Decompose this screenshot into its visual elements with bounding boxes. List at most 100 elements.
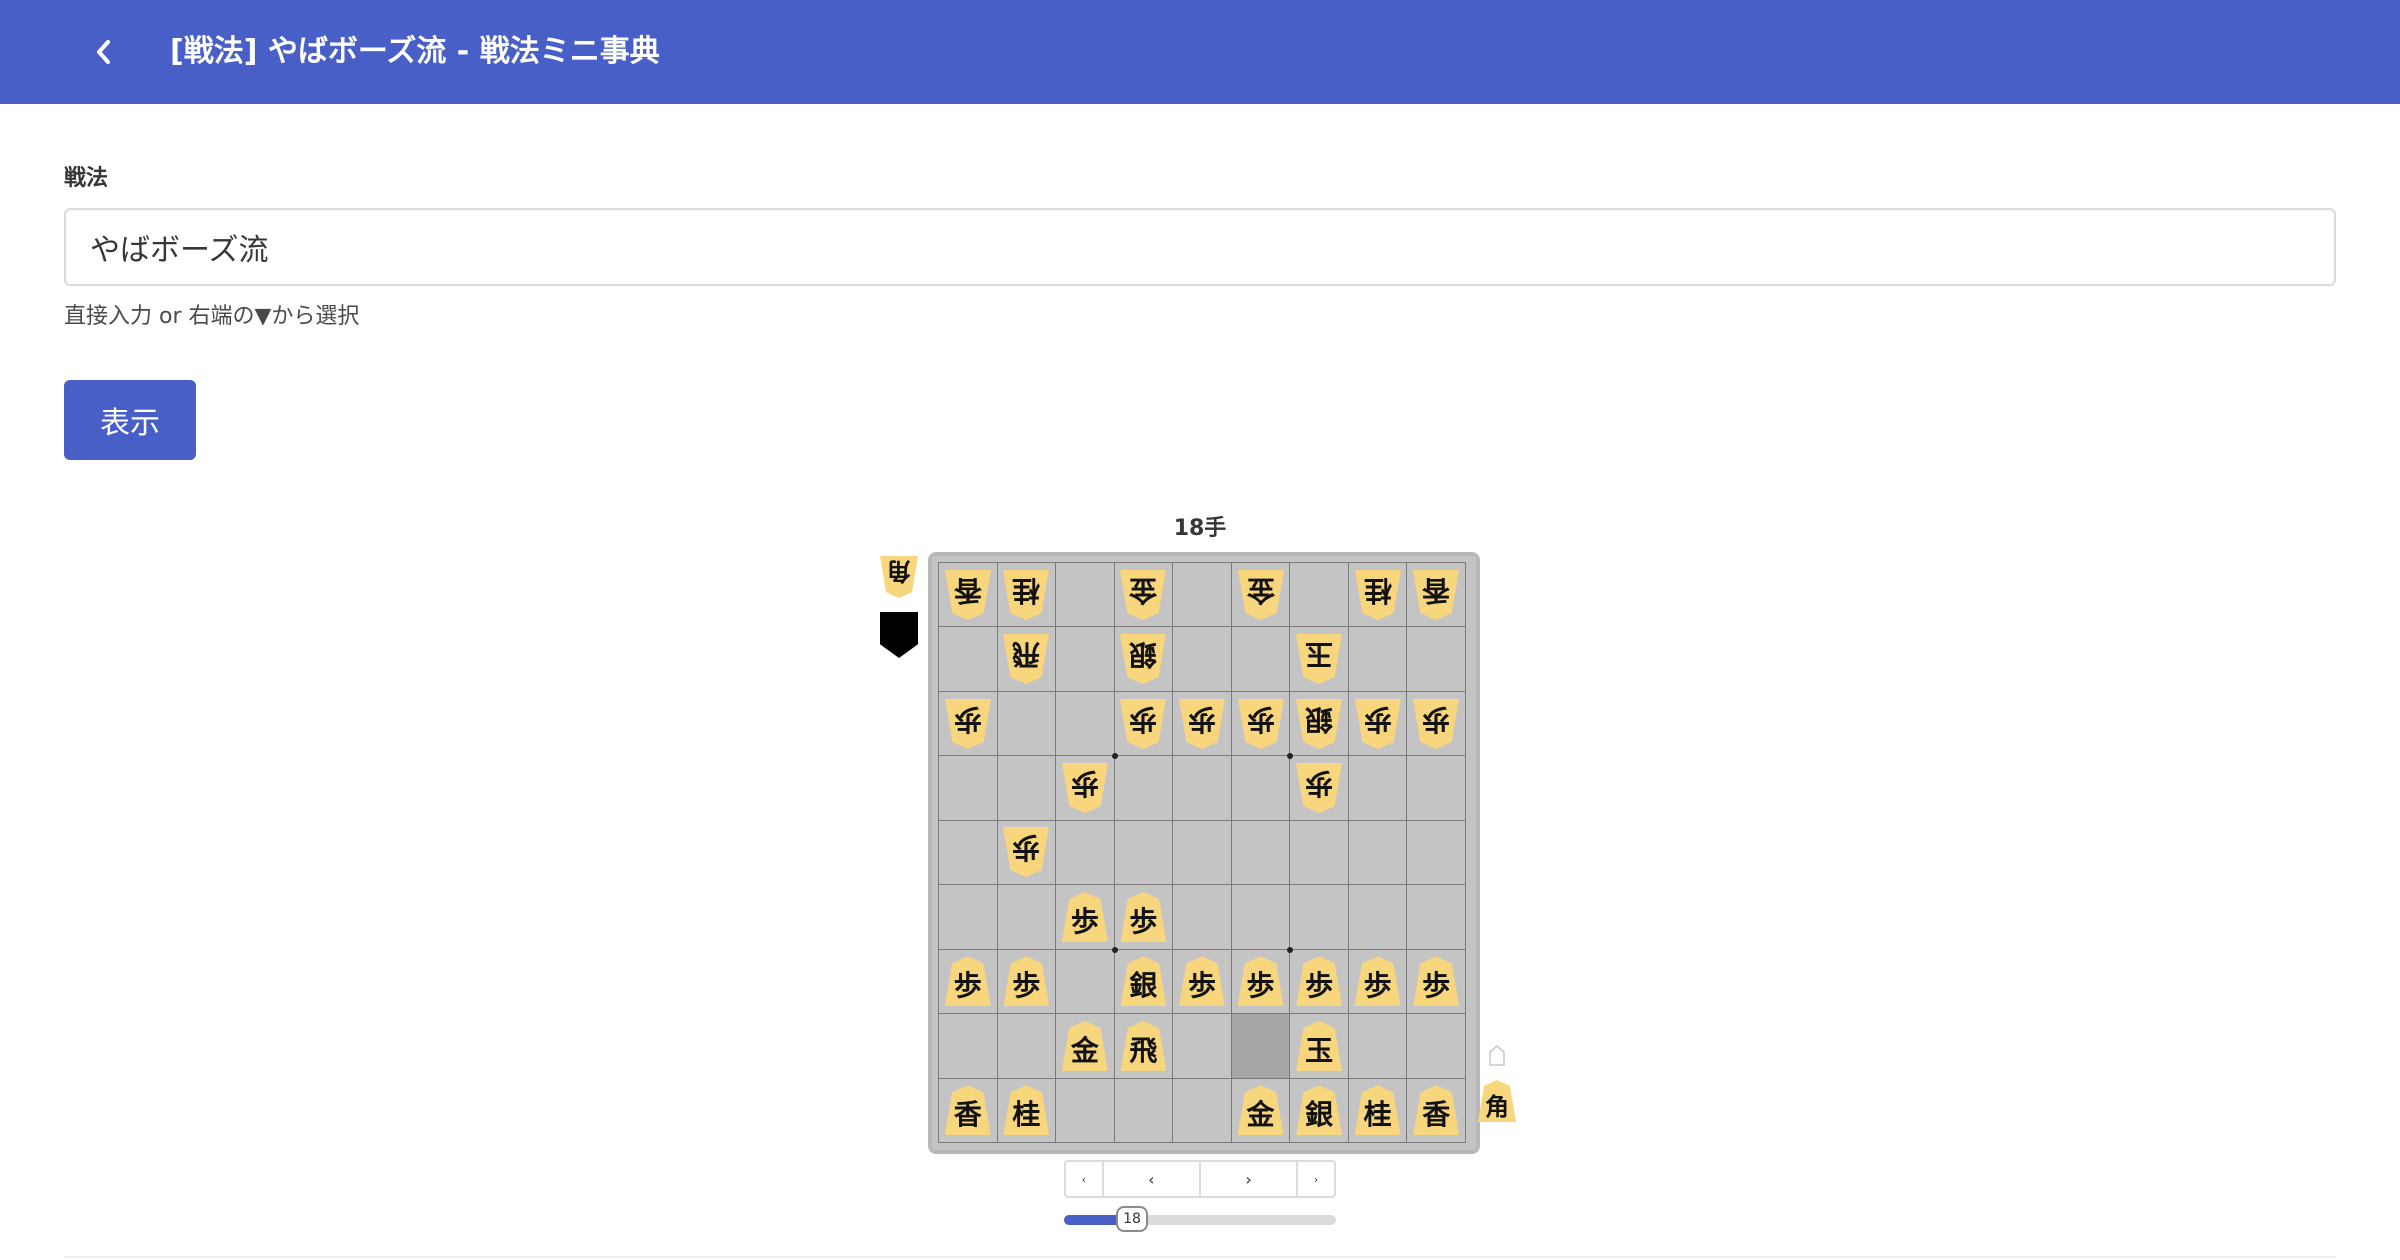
- board-cell[interactable]: [997, 756, 1057, 821]
- gote-hand-piece[interactable]: 角: [880, 556, 918, 598]
- board-cell[interactable]: [1173, 1078, 1232, 1143]
- board-cell[interactable]: [1114, 756, 1174, 821]
- board-cell[interactable]: 歩: [1348, 949, 1408, 1015]
- next-move-button[interactable]: ›: [1201, 1162, 1299, 1196]
- board-cell[interactable]: 銀: [1290, 1078, 1349, 1143]
- sente-piece[interactable]: 飛: [1120, 1020, 1167, 1071]
- sente-piece[interactable]: 桂: [1354, 1085, 1401, 1136]
- board-cell[interactable]: 歩: [1114, 691, 1174, 757]
- sente-piece[interactable]: 玉: [1296, 1020, 1343, 1071]
- gote-piece[interactable]: 歩: [945, 699, 991, 749]
- board-cell[interactable]: 歩: [997, 820, 1057, 886]
- last-move-button[interactable]: ›: [1298, 1162, 1334, 1196]
- gote-piece[interactable]: 歩: [1413, 699, 1459, 749]
- board-cell[interactable]: 歩: [1173, 949, 1232, 1015]
- board-cell[interactable]: [1348, 885, 1408, 950]
- sente-hand-piece[interactable]: 角: [1478, 1080, 1516, 1122]
- gote-piece[interactable]: 歩: [1179, 699, 1225, 749]
- board-cell[interactable]: [1114, 1078, 1174, 1143]
- board-cell[interactable]: 桂: [1348, 1078, 1408, 1143]
- board-cell[interactable]: 歩: [1231, 691, 1291, 757]
- sente-piece[interactable]: 歩: [1061, 891, 1108, 942]
- board-cell[interactable]: [1407, 1014, 1466, 1079]
- move-slider[interactable]: 18: [1064, 1206, 1336, 1232]
- board-cell[interactable]: [1231, 756, 1291, 821]
- board-cell[interactable]: 歩: [1407, 691, 1466, 757]
- board-cell[interactable]: [1231, 627, 1291, 692]
- board-cell[interactable]: 桂: [997, 1078, 1057, 1143]
- board-cell[interactable]: 歩: [1056, 756, 1115, 821]
- board-cell[interactable]: 銀: [1114, 627, 1174, 692]
- board-cell[interactable]: 桂: [997, 563, 1057, 628]
- gote-piece[interactable]: 歩: [1120, 699, 1166, 749]
- strategy-input[interactable]: [64, 208, 2336, 286]
- sente-piece[interactable]: 歩: [1120, 891, 1167, 942]
- board-cell[interactable]: [1290, 885, 1349, 950]
- board-cell[interactable]: [939, 820, 998, 886]
- gote-piece[interactable]: 金: [1120, 570, 1166, 620]
- gote-piece[interactable]: 銀: [1296, 699, 1342, 749]
- sente-piece[interactable]: 金: [1061, 1020, 1108, 1071]
- board-cell[interactable]: 玉: [1290, 1014, 1349, 1079]
- gote-piece[interactable]: 歩: [1238, 699, 1284, 749]
- board-cell[interactable]: [1407, 885, 1466, 950]
- board-cell[interactable]: [939, 885, 998, 950]
- sente-piece[interactable]: 香: [944, 1085, 991, 1136]
- board-cell[interactable]: 金: [1056, 1014, 1115, 1079]
- board-cell[interactable]: 飛: [1114, 1014, 1174, 1079]
- board-cell[interactable]: [1173, 820, 1232, 886]
- board-cell[interactable]: 歩: [1348, 691, 1408, 757]
- gote-piece[interactable]: 歩: [1003, 827, 1049, 877]
- board-cell[interactable]: [1173, 627, 1232, 692]
- show-button[interactable]: 表示: [64, 380, 196, 460]
- board-cell[interactable]: [1231, 885, 1291, 950]
- board-cell[interactable]: 歩: [1407, 949, 1466, 1015]
- gote-piece[interactable]: 香: [945, 570, 991, 620]
- board-cell[interactable]: 歩: [1231, 949, 1291, 1015]
- board-cell[interactable]: [1056, 820, 1115, 886]
- gote-piece[interactable]: 歩: [1296, 763, 1342, 813]
- board-cell[interactable]: 歩: [1056, 885, 1115, 950]
- gote-piece[interactable]: 銀: [1120, 634, 1166, 684]
- board-cell-last-move[interactable]: [1231, 1014, 1291, 1079]
- gote-piece[interactable]: 桂: [1355, 570, 1401, 620]
- board-cell[interactable]: [1231, 820, 1291, 886]
- board-cell[interactable]: [1407, 627, 1466, 692]
- board-cell[interactable]: [1056, 1078, 1115, 1143]
- board-cell[interactable]: [1173, 756, 1232, 821]
- board-cell[interactable]: 桂: [1348, 563, 1408, 628]
- prev-move-button[interactable]: ‹: [1104, 1162, 1201, 1196]
- board-cell[interactable]: [939, 1014, 998, 1079]
- sente-piece[interactable]: 歩: [1296, 956, 1343, 1007]
- board-cell[interactable]: [1348, 756, 1408, 821]
- gote-piece[interactable]: 玉: [1296, 634, 1342, 684]
- board-cell[interactable]: 香: [939, 563, 998, 628]
- board-cell[interactable]: 歩: [1173, 691, 1232, 757]
- sente-piece[interactable]: 銀: [1120, 956, 1167, 1007]
- board-cell[interactable]: 香: [1407, 563, 1466, 628]
- board-cell[interactable]: [1348, 1014, 1408, 1079]
- board-cell[interactable]: 歩: [1114, 885, 1174, 950]
- sente-piece[interactable]: 歩: [1354, 956, 1401, 1007]
- board-cell[interactable]: [1407, 756, 1466, 821]
- board-cell[interactable]: [1114, 820, 1174, 886]
- board-cell[interactable]: 香: [1407, 1078, 1466, 1143]
- board-cell[interactable]: 金: [1231, 1078, 1291, 1143]
- slider-thumb[interactable]: 18: [1116, 1206, 1148, 1232]
- gote-piece[interactable]: 香: [1413, 570, 1459, 620]
- sente-piece[interactable]: 香: [1413, 1085, 1460, 1136]
- sente-piece[interactable]: 金: [1237, 1085, 1284, 1136]
- board-cell[interactable]: [1348, 820, 1408, 886]
- board-cell[interactable]: [1290, 820, 1349, 886]
- board-cell[interactable]: [1173, 1014, 1232, 1079]
- board-cell[interactable]: [1407, 820, 1466, 886]
- sente-piece[interactable]: 歩: [1413, 956, 1460, 1007]
- sente-piece[interactable]: 歩: [1003, 956, 1050, 1007]
- sente-piece[interactable]: 歩: [1237, 956, 1284, 1007]
- board-cell[interactable]: [997, 691, 1057, 757]
- sente-piece[interactable]: 桂: [1003, 1085, 1050, 1136]
- board-cell[interactable]: 金: [1231, 563, 1291, 628]
- gote-piece[interactable]: 歩: [1355, 699, 1401, 749]
- first-move-button[interactable]: ‹: [1066, 1162, 1104, 1196]
- board-cell[interactable]: [1056, 949, 1115, 1015]
